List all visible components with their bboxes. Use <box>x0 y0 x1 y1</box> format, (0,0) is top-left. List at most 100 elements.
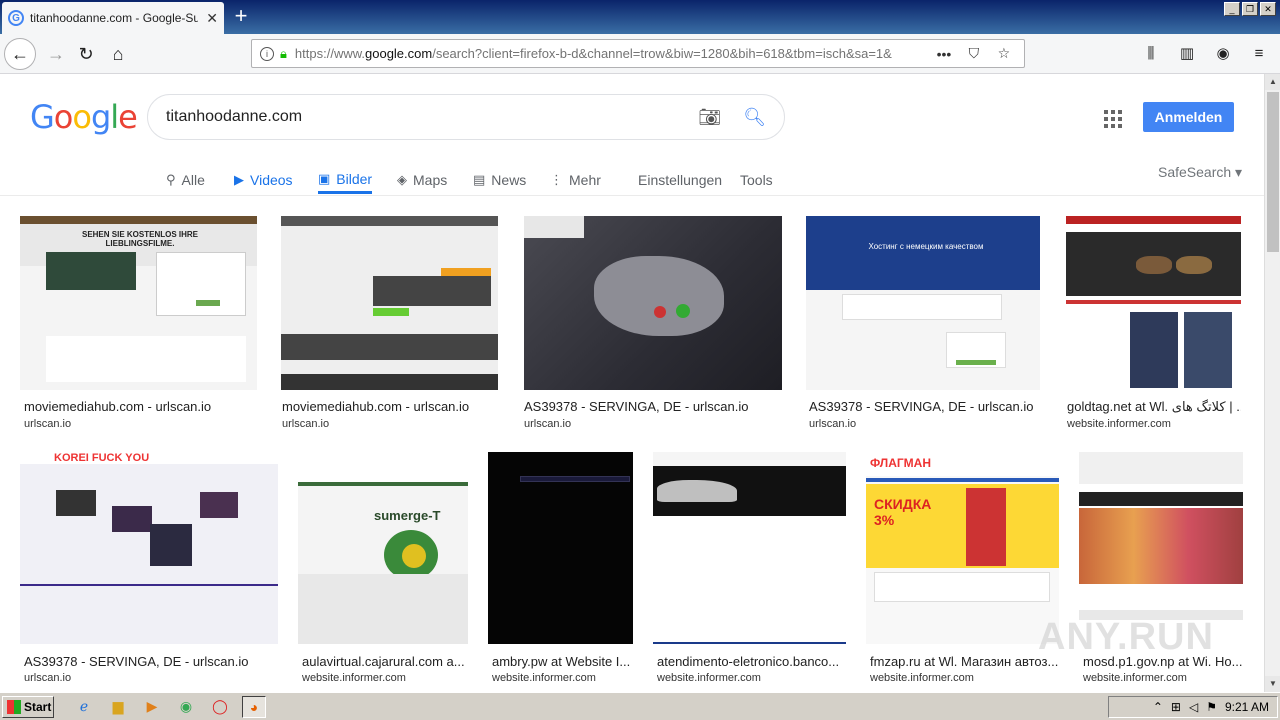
tab-tools[interactable]: Tools <box>740 166 773 194</box>
logo-letter: e <box>118 98 138 136</box>
close-window-button[interactable]: ✕ <box>1260 2 1276 16</box>
close-tab-icon[interactable]: ✕ <box>206 10 218 27</box>
scroll-up-arrow[interactable]: ▲ <box>1265 74 1280 90</box>
account-icon[interactable]: ◉ <box>1210 40 1236 66</box>
scroll-down-arrow[interactable]: ▼ <box>1265 676 1280 692</box>
logo-letter: o <box>72 98 92 136</box>
tray-arrow-icon[interactable]: ⌃ <box>1153 700 1163 714</box>
map-icon: ◈ <box>397 172 407 187</box>
maximize-button[interactable]: ❐ <box>1242 2 1258 16</box>
result-source[interactable]: website.informer.com <box>657 672 846 684</box>
url-bar[interactable]: i 🔒︎ https://www.google.com/search?clien… <box>251 39 1025 68</box>
forward-button[interactable]: → <box>40 38 72 70</box>
site-info-icon[interactable]: i <box>260 46 274 61</box>
library-icon[interactable]: ⫼ <box>1138 40 1164 66</box>
result-source[interactable]: urlscan.io <box>24 672 278 684</box>
browser-titlebar: G titanhoodanne.com - Google-Suche ✕ + _… <box>0 0 1280 34</box>
sidebar-icon[interactable]: ▥ <box>1174 40 1200 66</box>
result-title[interactable]: AS39378 - SERVINGA, DE - urlscan.io <box>24 654 278 669</box>
opera-icon[interactable]: ◯ <box>208 696 232 718</box>
news-icon: ▤ <box>473 172 486 187</box>
result-thumbnail[interactable]: SEHEN SIE KOSTENLOS IHRE LIEBLINGSFILME. <box>20 216 257 390</box>
home-button[interactable]: ⌂ <box>102 38 134 70</box>
network-icon[interactable]: ⊞ <box>1171 700 1181 714</box>
thumb-heading: СКИДКА 3% <box>874 496 932 528</box>
result-title[interactable]: fmzap.ru at Wl. Магазин автоз... <box>870 654 1059 669</box>
ie-icon[interactable]: ℯ <box>72 696 96 718</box>
result-thumbnail[interactable] <box>524 216 782 390</box>
tab-news[interactable]: ▤ News <box>473 166 526 194</box>
windows-flag-icon <box>7 699 21 714</box>
thumb-brand: ФЛАГМАН <box>870 456 932 470</box>
google-images-page: Google titanhoodanne.com 📷︎ 🔍︎ Anmelden … <box>0 74 1264 692</box>
result-thumbnail[interactable]: sumerge-T <box>298 452 468 644</box>
url-text[interactable]: https://www.google.com/search?client=fir… <box>295 46 925 61</box>
result-title[interactable]: goldtag.net at Wl. کلاتگ های | ... <box>1067 399 1241 415</box>
result-source[interactable]: website.informer.com <box>1067 418 1241 430</box>
bookmark-star-icon[interactable]: ☆ <box>993 45 1015 62</box>
result-thumbnail[interactable] <box>281 216 498 390</box>
result-title[interactable]: aulavirtual.cajarural.com a... <box>302 654 468 669</box>
result-thumbnail[interactable]: ФЛАГМАН СКИДКА 3% <box>866 452 1059 644</box>
result-thumbnail[interactable]: KOREI FUCK YOU <box>20 452 278 644</box>
result-thumbnail[interactable] <box>488 452 633 644</box>
flag-icon[interactable]: ⚑ <box>1206 700 1217 714</box>
result-source[interactable]: website.informer.com <box>492 672 633 684</box>
page-actions-icon[interactable]: ••• <box>933 46 955 62</box>
logo-letter: G <box>30 98 55 136</box>
google-logo[interactable]: Google <box>30 98 138 136</box>
tab-maps[interactable]: ◈ Maps <box>397 166 447 194</box>
chrome-icon[interactable]: ◉ <box>174 696 198 718</box>
thumb-heading: Хостинг с немецким качеством <box>868 242 984 251</box>
tab-settings[interactable]: Einstellungen <box>638 166 722 194</box>
vertical-scrollbar[interactable]: ▲ ▼ <box>1264 74 1280 692</box>
signin-button[interactable]: Anmelden <box>1143 102 1234 132</box>
camera-icon[interactable]: 📷︎ <box>698 107 721 128</box>
safesearch-dropdown[interactable]: SafeSearch ▾ <box>1158 164 1242 181</box>
search-input[interactable]: titanhoodanne.com <box>166 108 698 126</box>
clock: 9:21 AM <box>1224 700 1269 714</box>
result-source[interactable]: urlscan.io <box>24 418 256 430</box>
start-button[interactable]: Start <box>2 695 54 718</box>
result-title[interactable]: moviemediahub.com - urlscan.io <box>282 399 499 414</box>
apps-grid-icon[interactable] <box>1104 110 1122 128</box>
lock-icon[interactable]: 🔒︎ <box>280 46 287 62</box>
result-title[interactable]: AS39378 - SERVINGA, DE - urlscan.io <box>524 399 782 414</box>
result-source[interactable]: website.informer.com <box>870 672 1059 684</box>
result-title[interactable]: moviemediahub.com - urlscan.io <box>24 399 256 414</box>
result-title[interactable]: ambry.pw at Website I... <box>492 654 633 669</box>
search-box[interactable]: titanhoodanne.com 📷︎ 🔍︎ <box>147 94 785 140</box>
google-favicon-icon: G <box>8 10 24 26</box>
result-thumbnail[interactable] <box>1066 216 1241 390</box>
tab-all[interactable]: ⚲ Alle <box>166 166 205 194</box>
result-title[interactable]: atendimento-eletronico.banco... <box>657 654 846 669</box>
result-source[interactable]: urlscan.io <box>524 418 782 430</box>
tab-videos[interactable]: ▶ Videos <box>234 166 293 194</box>
firefox-taskbar-button[interactable]: ◕ <box>242 695 266 718</box>
pocket-icon[interactable]: ⛉ <box>963 45 985 62</box>
browser-tab[interactable]: G titanhoodanne.com - Google-Suche ✕ <box>2 2 224 34</box>
back-button[interactable]: ← <box>4 38 36 70</box>
volume-icon[interactable]: ◁ <box>1189 700 1198 714</box>
result-source[interactable]: urlscan.io <box>809 418 1041 430</box>
reload-button[interactable]: ↻ <box>70 38 102 70</box>
result-title[interactable]: AS39378 - SERVINGA, DE - urlscan.io <box>809 399 1041 414</box>
folder-icon[interactable]: ▆ <box>106 696 130 718</box>
media-player-icon[interactable]: ▶ <box>140 696 164 718</box>
scroll-thumb[interactable] <box>1267 92 1279 252</box>
result-source[interactable]: website.informer.com <box>1083 672 1243 684</box>
search-icon[interactable]: 🔍︎ <box>743 107 766 128</box>
tab-more[interactable]: ⋮ Mehr <box>550 166 601 194</box>
result-thumbnail[interactable] <box>653 452 846 644</box>
tab-images[interactable]: ▣ Bilder <box>318 166 373 194</box>
menu-icon[interactable]: ≡ <box>1246 40 1272 66</box>
window-controls: _ ❐ ✕ <box>1224 2 1276 16</box>
minimize-button[interactable]: _ <box>1224 2 1240 16</box>
result-source[interactable]: website.informer.com <box>302 672 468 684</box>
result-source[interactable]: urlscan.io <box>282 418 499 430</box>
result-thumbnail[interactable]: Хостинг с немецким качеством <box>806 216 1040 390</box>
more-vert-icon: ⋮ <box>550 172 563 187</box>
video-icon: ▶ <box>234 172 244 187</box>
new-tab-button[interactable]: + <box>230 4 252 28</box>
navigation-toolbar: ← → ↻ ⌂ i 🔒︎ https://www.google.com/sear… <box>0 34 1280 74</box>
